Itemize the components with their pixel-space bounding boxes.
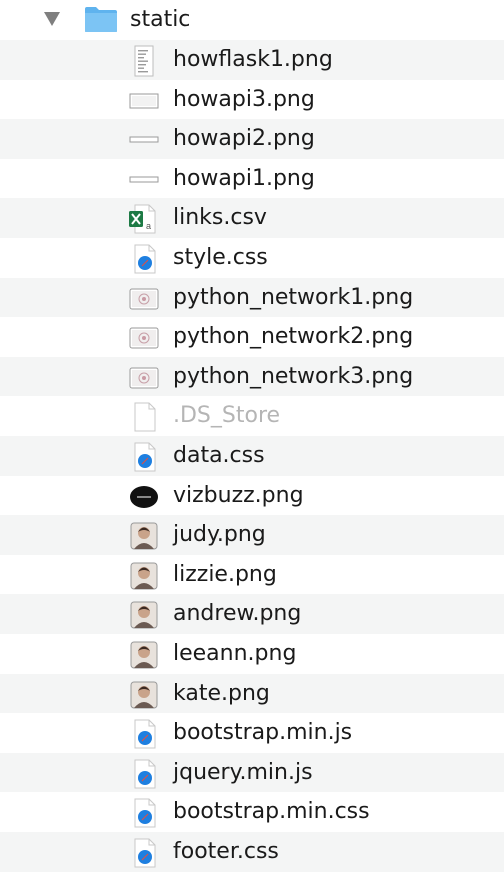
file-name: howflask1.png [173, 47, 333, 72]
file-name: python_network1.png [173, 284, 414, 310]
thin-image-icon [129, 176, 159, 183]
file-row[interactable]: judy.png [0, 515, 504, 555]
file-name: leeann.png [173, 641, 297, 666]
network-image-icon [129, 327, 159, 349]
portrait-icon [130, 522, 158, 550]
file-name: bootstrap.min.css [173, 799, 370, 825]
excel-icon: a [129, 204, 156, 234]
safari-doc-icon [134, 798, 156, 828]
folder-row-static[interactable]: static [0, 0, 504, 40]
portrait-icon [130, 601, 158, 629]
file-row[interactable]: vizbuzz.png [0, 476, 504, 516]
file-row[interactable]: python_network2.png [0, 317, 504, 357]
file-row[interactable]: footer.css [0, 832, 504, 872]
file-row[interactable]: howapi3.png [0, 80, 504, 120]
svg-text:a: a [146, 221, 151, 231]
file-name: howapi3.png [173, 86, 315, 112]
file-name: howapi1.png [173, 165, 315, 191]
file-row[interactable]: bootstrap.min.css [0, 792, 504, 832]
file-name: footer.css [173, 839, 279, 864]
file-row[interactable]: howflask1.png [0, 40, 504, 80]
file-name: python_network3.png [173, 363, 414, 389]
folder-icon [85, 7, 117, 32]
file-row[interactable]: a links.csv [0, 198, 504, 238]
thin-image-icon [129, 136, 159, 143]
file-name: jquery.min.js [173, 759, 313, 785]
file-name: judy.png [173, 522, 266, 548]
disclosure-triangle-icon[interactable] [44, 12, 60, 26]
file-row[interactable]: leeann.png [0, 634, 504, 674]
file-name: data.css [173, 443, 265, 468]
blank-doc-icon [134, 402, 156, 432]
network-image-icon [129, 288, 159, 310]
file-name: lizzie.png [173, 561, 277, 587]
file-row[interactable]: andrew.png [0, 594, 504, 634]
file-name: bootstrap.min.js [173, 720, 353, 746]
folder-label: static [130, 7, 191, 32]
safari-doc-icon [134, 838, 156, 868]
file-row[interactable]: data.css [0, 436, 504, 476]
vizbuzz-logo-icon [130, 485, 158, 508]
file-name: andrew.png [173, 601, 302, 627]
file-row[interactable]: python_network1.png [0, 277, 504, 318]
portrait-icon [130, 681, 158, 709]
file-row[interactable]: lizzie.png [0, 555, 504, 595]
file-row[interactable]: jquery.min.js [0, 752, 504, 793]
file-name: kate.png [173, 680, 270, 706]
file-name: style.css [173, 245, 268, 270]
safari-doc-icon [134, 719, 156, 749]
file-name: vizbuzz.png [173, 482, 304, 508]
safari-doc-icon [134, 442, 156, 472]
file-row[interactable]: howapi1.png [0, 159, 504, 199]
file-name: howapi2.png [173, 126, 315, 152]
file-row[interactable]: style.css [0, 238, 504, 278]
file-row[interactable]: python_network3.png [0, 356, 504, 397]
text-image-icon [134, 45, 154, 77]
file-name: python_network2.png [173, 324, 414, 350]
network-image-icon [129, 367, 159, 389]
file-name: .DS_Store [173, 403, 281, 429]
safari-doc-icon [134, 244, 156, 274]
file-row[interactable]: kate.png [0, 673, 504, 714]
wide-image-icon [129, 93, 159, 109]
file-row[interactable]: bootstrap.min.js [0, 713, 504, 753]
file-name: links.csv [173, 205, 267, 231]
portrait-icon [130, 641, 158, 669]
portrait-icon [130, 562, 158, 590]
safari-doc-icon [134, 759, 156, 789]
file-row[interactable]: howapi2.png [0, 119, 504, 159]
file-row[interactable]: .DS_Store [0, 396, 504, 436]
